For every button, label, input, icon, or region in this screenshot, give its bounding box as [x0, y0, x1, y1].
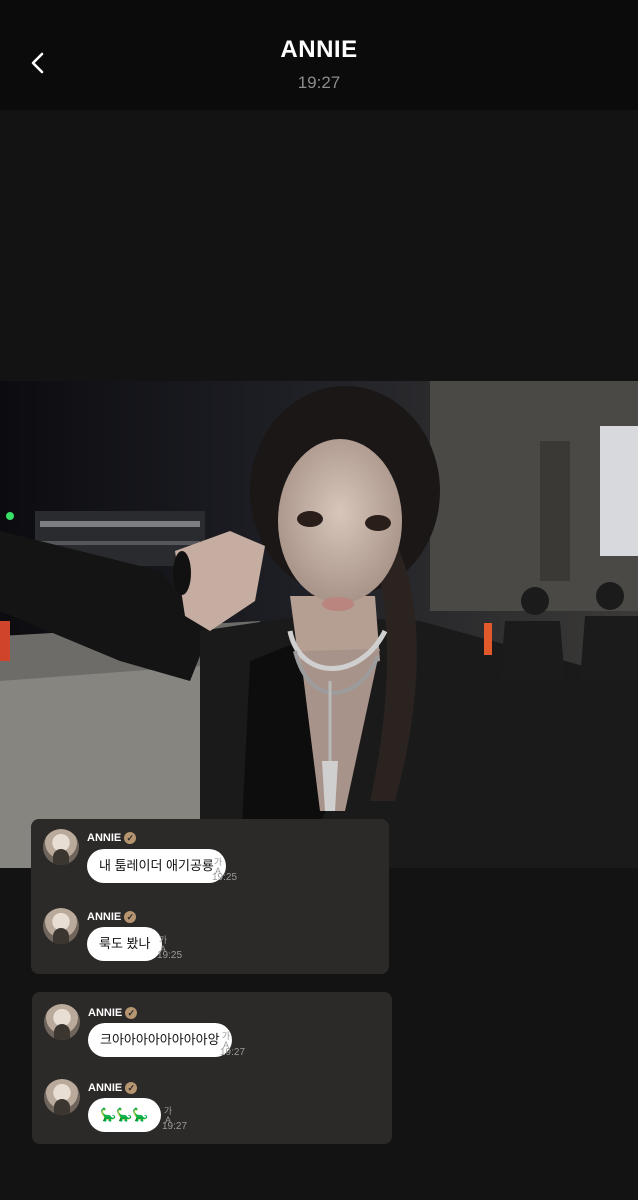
- sender-label: ANNIE: [87, 832, 122, 844]
- chat-card: ANNIE ✓ 내 툼레이더 애기공룡 가A 19:25 ANNIE ✓ 룩도 …: [31, 819, 389, 974]
- avatar[interactable]: [43, 908, 79, 944]
- chat-card: ANNIE ✓ 크아아아아아아아아앙 가A 19:27 ANNIE ✓ 🦕🦕🦕 …: [32, 992, 392, 1144]
- sender-label: ANNIE: [88, 1082, 123, 1094]
- sender-name: ANNIE ✓: [87, 832, 137, 844]
- sender-label: ANNIE: [88, 1007, 123, 1019]
- chat-screen: ANNIE 19:27 ANNIE ✓ 내 툼레이더 애기공룡 가A 19:25…: [0, 0, 638, 1200]
- chat-header: ANNIE 19:27: [0, 0, 638, 110]
- message-timestamp: 19:25: [157, 950, 183, 961]
- message-bubble[interactable]: 내 툼레이더 애기공룡: [87, 849, 226, 883]
- avatar[interactable]: [44, 1004, 80, 1040]
- message-bubble[interactable]: 룩도 봤나: [87, 927, 163, 961]
- sender-name: ANNIE ✓: [87, 911, 137, 923]
- verified-badge-icon: ✓: [125, 1007, 138, 1019]
- chat-title: ANNIE: [280, 36, 358, 63]
- verified-badge-icon: ✓: [125, 1082, 138, 1094]
- avatar[interactable]: [44, 1079, 80, 1115]
- message-bubble[interactable]: 🦕🦕🦕: [88, 1098, 161, 1132]
- verified-badge-icon: ✓: [124, 911, 137, 923]
- sender-label: ANNIE: [87, 911, 122, 923]
- message-timestamp: 19:27: [220, 1047, 246, 1058]
- shared-photo[interactable]: [0, 381, 638, 868]
- sender-name: ANNIE ✓: [88, 1082, 138, 1094]
- message-timestamp: 19:25: [212, 872, 238, 883]
- verified-badge-icon: ✓: [124, 832, 137, 844]
- selfie-image: [0, 381, 638, 868]
- header-timestamp: 19:27: [297, 73, 341, 92]
- sender-name: ANNIE ✓: [88, 1007, 138, 1019]
- message-timestamp: 19:27: [162, 1121, 188, 1132]
- message-bubble[interactable]: 크아아아아아아아아앙: [88, 1023, 232, 1057]
- avatar[interactable]: [43, 829, 79, 865]
